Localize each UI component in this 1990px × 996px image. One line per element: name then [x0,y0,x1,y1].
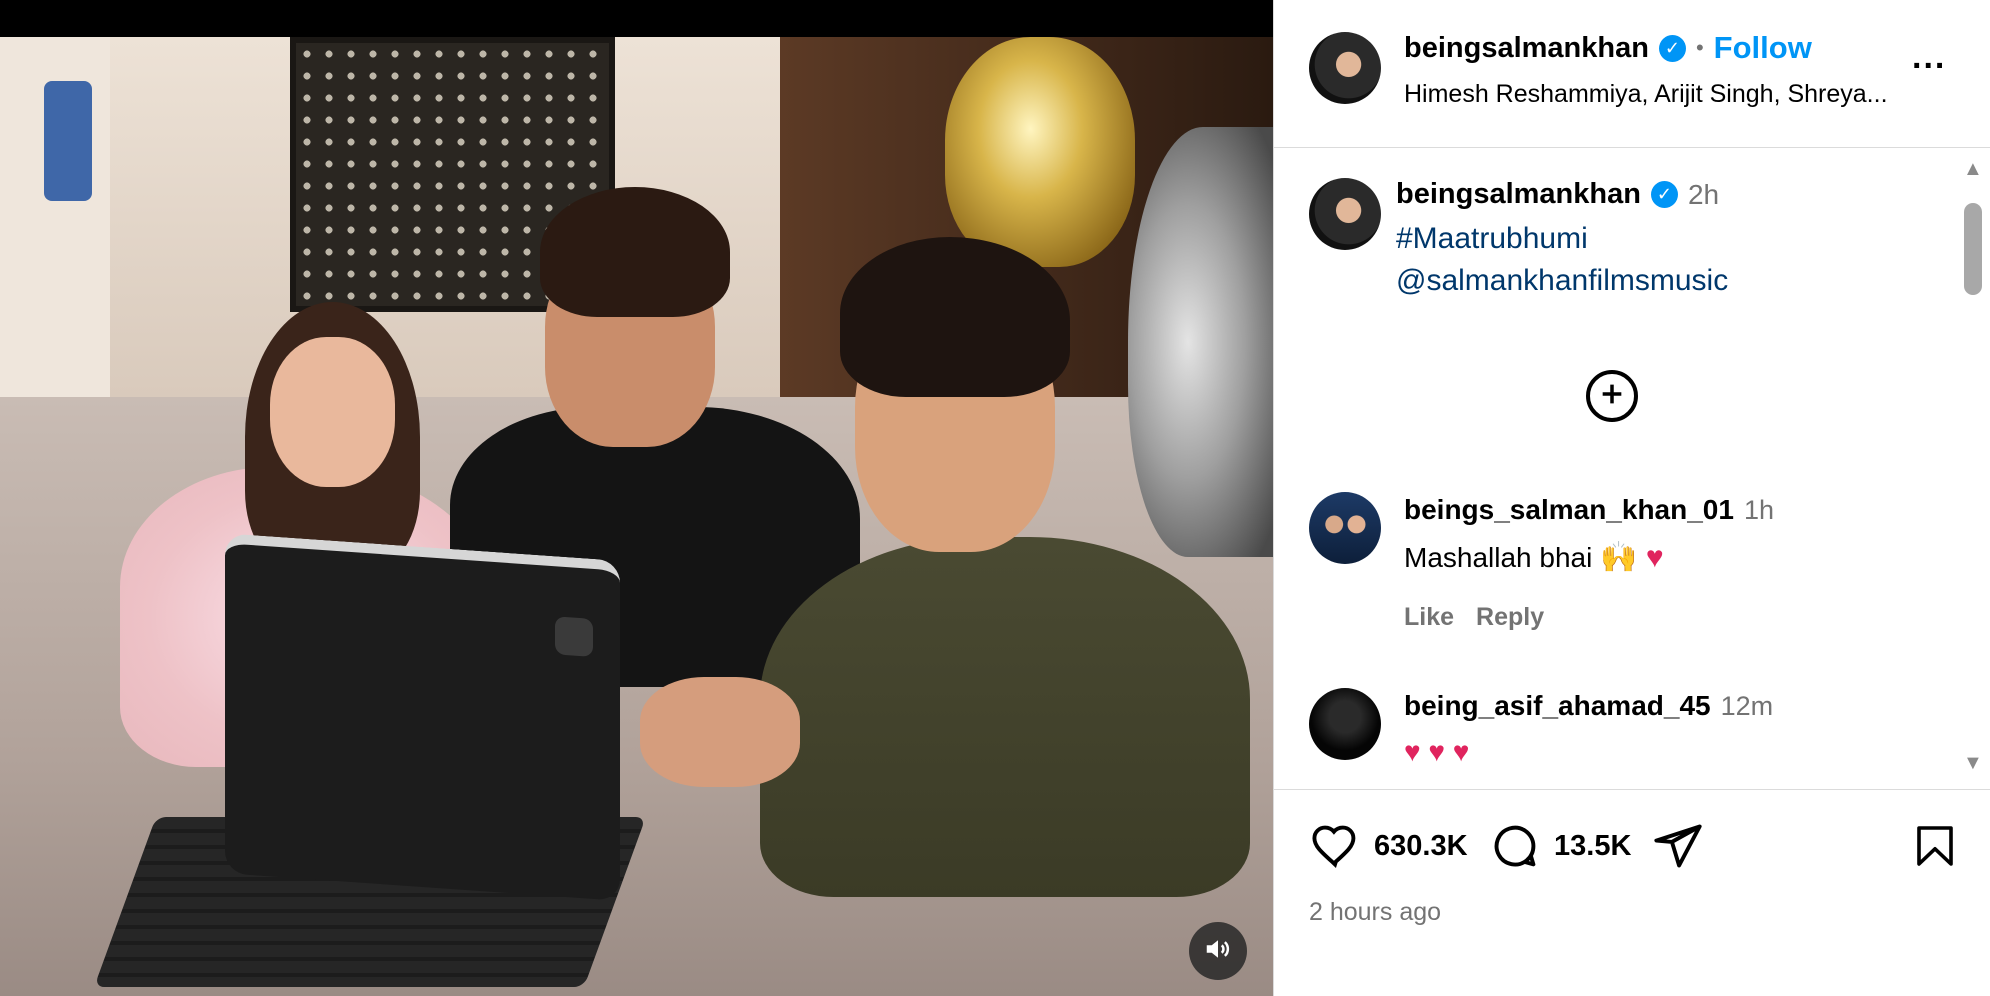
boy-hair [840,237,1070,397]
avatar[interactable] [1309,178,1381,250]
boy-figure [760,237,1250,897]
comment-header: being_asif_ahamad_45 12m [1404,690,1773,722]
post-actions: 630.3K 13.5K 2 hours ago [1274,790,1990,996]
header-user-row: beingsalmankhan ✓ • Follow [1404,30,1812,66]
girl-face [270,337,395,487]
hands [640,677,800,787]
like-button[interactable] [1309,820,1361,877]
comment-username[interactable]: being_asif_ahamad_45 [1404,690,1711,722]
gold-statue [945,37,1135,267]
verified-badge-icon: ✓ [1658,34,1686,62]
comment-time[interactable]: 1h [1744,495,1774,526]
avatar[interactable] [1309,32,1381,104]
tablet-camera [555,616,593,657]
comment-emojis: 🙌 ♥ [1600,541,1664,574]
comment-like-button[interactable]: Like [1404,603,1454,632]
comment-username[interactable]: beings_salman_khan_01 [1404,494,1734,526]
save-button[interactable] [1911,820,1959,877]
post-timestamp[interactable]: 2 hours ago [1309,898,1441,927]
bookmark-icon [1911,826,1959,876]
sound-toggle-button[interactable] [1189,922,1247,980]
like-count[interactable]: 630.3K [1374,830,1468,863]
post-media[interactable] [0,0,1273,996]
follow-button[interactable]: Follow [1714,30,1812,66]
comments-section[interactable]: beingsalmankhan ✓ 2h #Maatrubhumi @salma… [1274,148,1990,790]
comment-time[interactable]: 12m [1721,691,1774,722]
tablet [225,533,620,901]
scrollbar-thumb[interactable] [1964,203,1982,295]
comment-reply-button[interactable]: Reply [1476,603,1544,632]
water-cooler [44,81,92,201]
separator-dot: • [1695,35,1704,60]
comment-button[interactable] [1489,820,1541,877]
heart-icon [1309,825,1361,876]
more-options-button[interactable]: ... [1912,38,1946,77]
man-hair [540,187,730,317]
comment-body: Mashallah bhai [1404,542,1593,573]
plus-circle-icon [1598,380,1626,413]
post-header: beingsalmankhan ✓ • Follow Himesh Resham… [1274,0,1990,148]
caption-username[interactable]: beingsalmankhan [1396,178,1641,211]
comment-header: beings_salman_khan_01 1h [1404,494,1774,526]
share-button[interactable] [1652,820,1704,877]
caption-time[interactable]: 2h [1688,179,1719,211]
hashtag-link[interactable]: #Maatrubhumi [1396,222,1588,256]
share-icon [1652,824,1704,876]
avatar[interactable] [1309,492,1381,564]
post-panel: beingsalmankhan ✓ • Follow Himesh Resham… [1273,0,1990,996]
author-username[interactable]: beingsalmankhan [1404,32,1649,65]
load-more-comments-button[interactable] [1586,370,1638,422]
comment-emojis: ♥ ♥ ♥ [1404,736,1470,767]
comment-text: Mashallah bhai 🙌 ♥ [1404,540,1664,575]
caption-header: beingsalmankhan ✓ 2h [1396,178,1719,211]
comment-actions: Like Reply [1404,603,1544,632]
avatar[interactable] [1309,688,1381,760]
comment-icon [1489,825,1541,876]
speaker-icon [1203,934,1233,969]
mention-link[interactable]: @salmankhanfilmsmusic [1396,264,1728,298]
boy-body [760,537,1250,897]
video-frame[interactable] [0,37,1273,996]
scroll-down-arrow-icon[interactable]: ▼ [1963,752,1983,775]
audio-credit-link[interactable]: Himesh Reshammiya, Arijit Singh, Shreya.… [1404,80,1888,109]
scroll-up-arrow-icon[interactable]: ▲ [1963,158,1983,181]
verified-badge-icon: ✓ [1650,181,1678,208]
comment-count[interactable]: 13.5K [1554,830,1631,863]
